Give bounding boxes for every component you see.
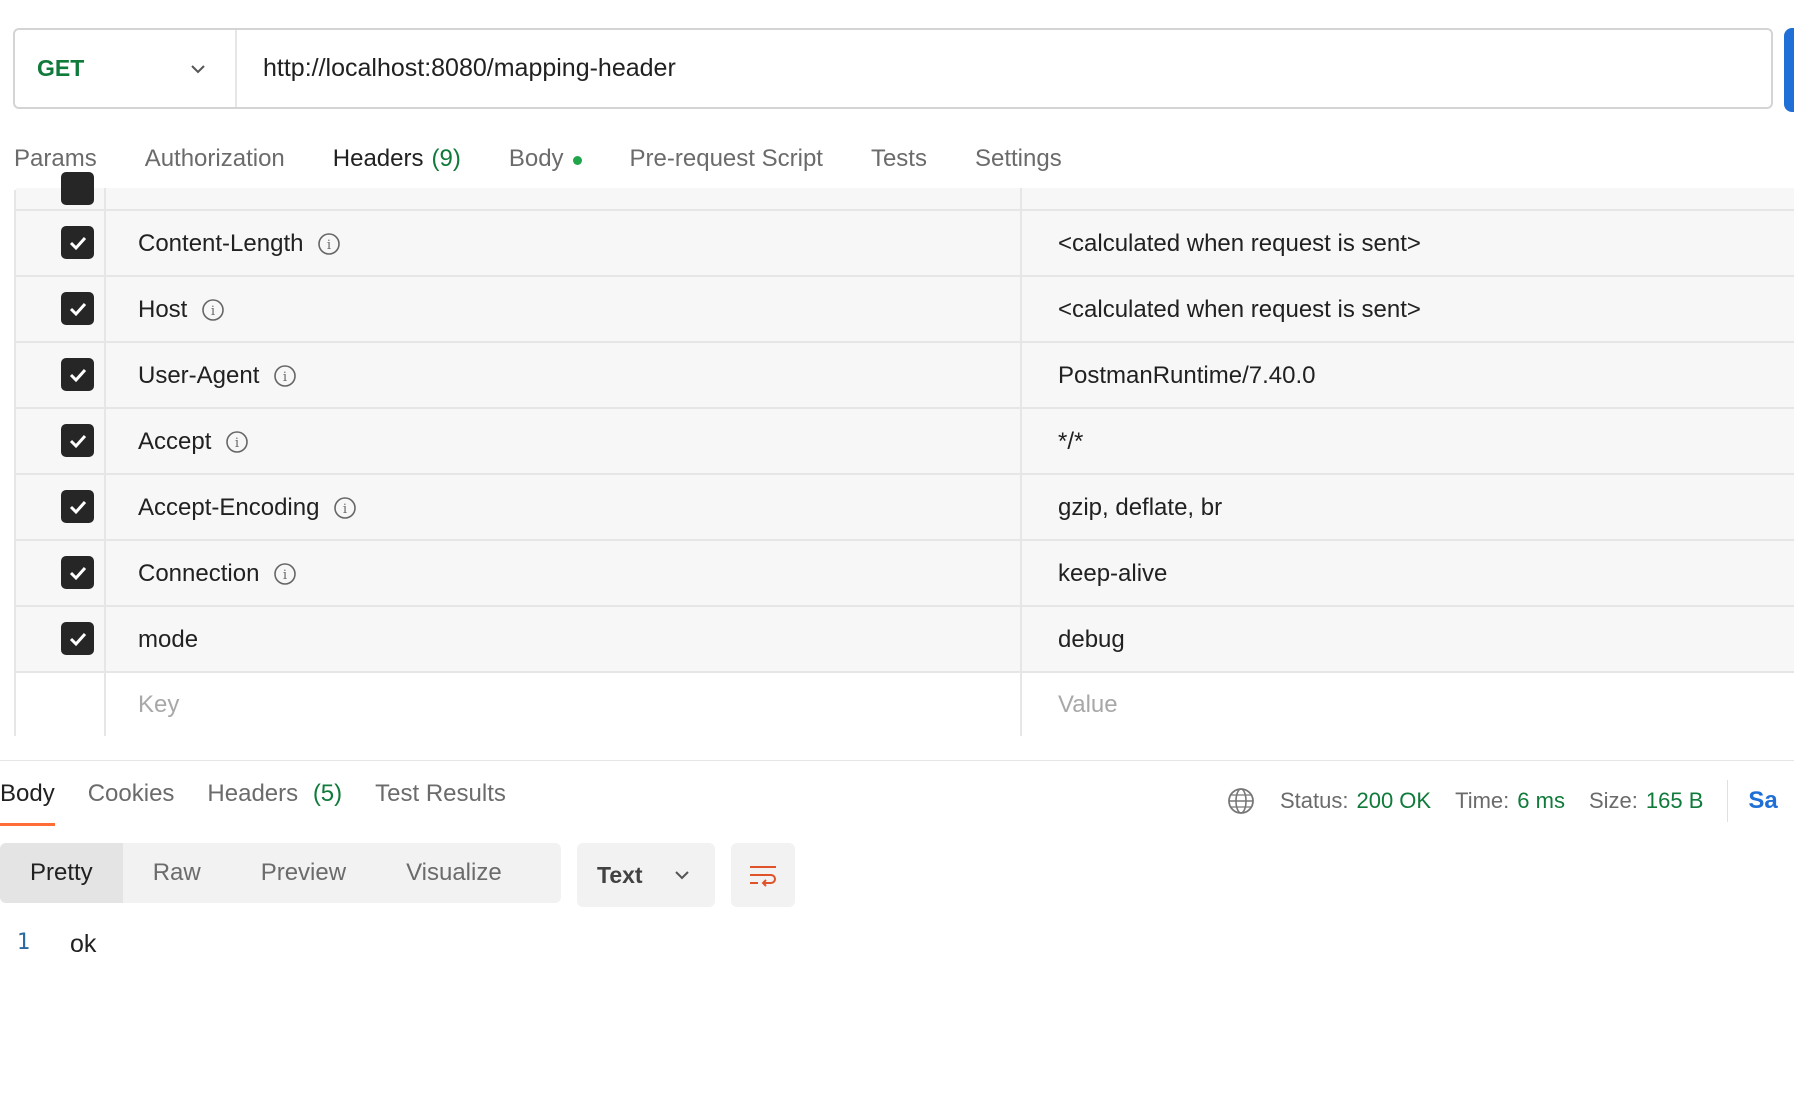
table-row: mode debug: [16, 605, 1794, 673]
header-value[interactable]: <calculated when request is sent>: [1022, 211, 1794, 277]
tab-settings[interactable]: Settings: [975, 135, 1062, 193]
section-divider: [0, 760, 1794, 761]
tab-response-body[interactable]: Body: [0, 770, 55, 826]
tab-test-results[interactable]: Test Results: [375, 770, 506, 826]
table-row: Accept-Encoding i gzip, deflate, br: [16, 473, 1794, 541]
checkbox[interactable]: [61, 490, 94, 523]
header-value[interactable]: PostmanRuntime/7.40.0: [1022, 343, 1794, 409]
save-response-button[interactable]: Sa: [1748, 787, 1777, 815]
size-label: Size:: [1588, 788, 1638, 813]
svg-text:i: i: [235, 436, 239, 451]
check-icon: [69, 500, 86, 514]
table-row: Accept i */*: [16, 407, 1794, 475]
table-row-new: Key Value: [16, 671, 1794, 736]
method-label: GET: [37, 55, 85, 81]
checkbox[interactable]: [61, 556, 94, 589]
new-header-value-input[interactable]: Value: [1022, 673, 1794, 736]
tab-body[interactable]: Body: [509, 135, 582, 193]
globe-icon[interactable]: [1226, 786, 1256, 816]
header-value[interactable]: debug: [1022, 607, 1794, 673]
wrap-lines-button[interactable]: [731, 843, 795, 907]
table-row: User-Agent i PostmanRuntime/7.40.0: [16, 341, 1794, 409]
header-value[interactable]: gzip, deflate, br: [1022, 475, 1794, 541]
svg-text:i: i: [211, 304, 215, 319]
code-line[interactable]: ok: [70, 930, 96, 959]
info-icon[interactable]: i: [225, 430, 249, 454]
send-button[interactable]: [1784, 28, 1794, 112]
table-row: Host i <calculated when request is sent>: [16, 275, 1794, 343]
check-icon: [69, 434, 86, 448]
response-meta: Status: 200 OK Time: 6 ms Size: 165 B Sa: [1226, 780, 1778, 822]
time-value[interactable]: 6 ms: [1517, 788, 1565, 814]
tab-pre-request-script[interactable]: Pre-request Script: [630, 135, 823, 193]
line-number: 1: [16, 930, 30, 955]
tab-headers[interactable]: Headers (9): [332, 135, 469, 193]
info-icon[interactable]: i: [317, 232, 341, 256]
time-label: Time:: [1455, 788, 1510, 813]
check-icon: [69, 302, 86, 316]
size-value[interactable]: 165 B: [1646, 788, 1704, 814]
svg-text:i: i: [343, 502, 347, 517]
info-icon[interactable]: i: [273, 364, 297, 388]
table-row: Content-Length i <calculated when request…: [16, 209, 1794, 277]
header-key[interactable]: Host i: [106, 277, 1022, 343]
checkbox[interactable]: [61, 172, 94, 205]
chevron-down-icon: [191, 64, 205, 73]
format-label: Text: [597, 861, 643, 888]
header-value[interactable]: */*: [1022, 409, 1794, 475]
check-icon: [69, 236, 86, 250]
request-tabs: Params Authorization Headers (9) Body Pre…: [14, 135, 1110, 193]
wrap-lines-icon: [750, 866, 776, 887]
header-key[interactable]: User-Agent i: [106, 343, 1022, 409]
chevron-down-icon: [675, 871, 689, 880]
checkbox[interactable]: [61, 358, 94, 391]
header-value[interactable]: <calculated when request is sent>: [1022, 277, 1794, 343]
svg-text:i: i: [327, 238, 331, 253]
check-icon: [69, 566, 86, 580]
url-input[interactable]: http://localhost:8080/mapping-header: [237, 54, 676, 83]
checkbox[interactable]: [61, 226, 94, 259]
header-key[interactable]: Accept i: [106, 409, 1022, 475]
header-key[interactable]: Accept-Encoding i: [106, 475, 1022, 541]
headers-table: Content-Length i <calculated when request…: [14, 172, 1794, 736]
tab-cookies[interactable]: Cookies: [88, 770, 175, 826]
view-raw[interactable]: Raw: [123, 843, 231, 903]
svg-text:i: i: [283, 568, 287, 583]
table-row-partial: [16, 172, 1794, 209]
view-mode-segmented: Pretty Raw Preview Visualize: [0, 843, 561, 903]
checkbox[interactable]: [61, 622, 94, 655]
check-icon: [69, 368, 86, 382]
view-preview[interactable]: Preview: [231, 843, 376, 903]
tab-response-headers[interactable]: Headers (5): [207, 770, 342, 826]
check-icon: [69, 632, 86, 646]
url-bar: GET http://localhost:8080/mapping-header: [13, 28, 1773, 109]
header-key[interactable]: Connection i: [106, 541, 1022, 607]
header-key[interactable]: Content-Length i: [106, 211, 1022, 277]
body-indicator-dot: [572, 156, 582, 165]
response-body-code: 1 ok: [0, 930, 97, 959]
header-key[interactable]: mode: [106, 607, 1022, 673]
header-value[interactable]: keep-alive: [1022, 541, 1794, 607]
view-visualize[interactable]: Visualize: [376, 843, 532, 903]
method-select[interactable]: GET: [15, 30, 237, 107]
info-icon[interactable]: i: [273, 562, 297, 586]
checkbox[interactable]: [61, 424, 94, 457]
new-header-key-input[interactable]: Key: [106, 673, 1022, 736]
view-pretty[interactable]: Pretty: [0, 843, 123, 903]
checkbox[interactable]: [61, 292, 94, 325]
table-row: Connection i keep-alive: [16, 539, 1794, 607]
tab-tests[interactable]: Tests: [871, 135, 927, 193]
status-value[interactable]: 200 OK: [1356, 788, 1431, 814]
tab-authorization[interactable]: Authorization: [145, 135, 285, 193]
response-headers-count: (5): [312, 780, 343, 807]
meta-separator: [1727, 780, 1729, 822]
status-label: Status:: [1280, 788, 1349, 813]
info-icon[interactable]: i: [201, 298, 225, 322]
svg-text:i: i: [283, 370, 287, 385]
format-select[interactable]: Text: [577, 843, 715, 907]
response-tabs: Body Cookies Headers (5) Test Results: [0, 770, 539, 826]
headers-count: (9): [431, 145, 461, 172]
info-icon[interactable]: i: [333, 496, 357, 520]
